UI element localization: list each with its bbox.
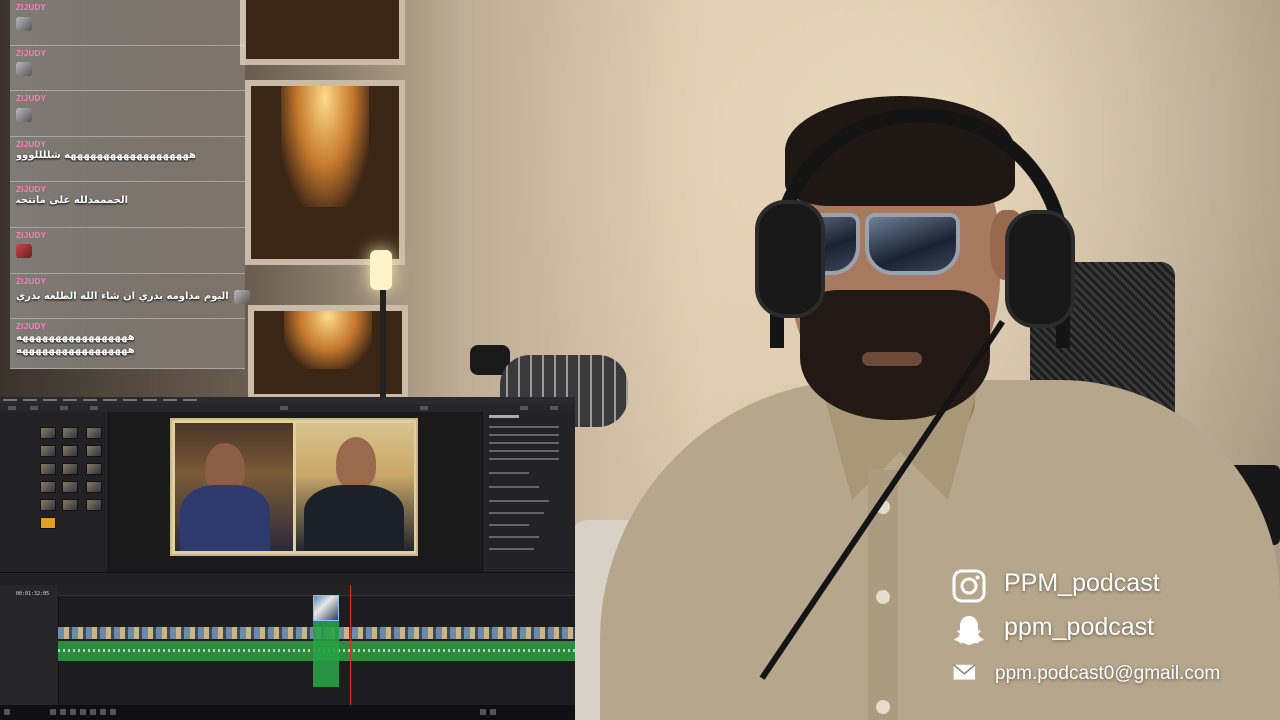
transport-controls[interactable] xyxy=(0,572,575,586)
chat-username: ZIJUDY xyxy=(16,94,47,104)
chat-username: ZIJUDY xyxy=(16,185,47,195)
emote-icon xyxy=(16,244,32,259)
chat-username: ZIJUDY xyxy=(16,230,47,240)
timeline[interactable]: 00:01:32:05 xyxy=(0,585,575,705)
snapchat-handle: ppm_podcast xyxy=(1004,613,1155,641)
chat-text: الحمممدلله على ماتتحب xyxy=(16,195,128,207)
chat-text: هههههههههههههههههه xyxy=(16,332,135,344)
editor-menubar xyxy=(0,397,575,404)
media-pool[interactable] xyxy=(0,412,109,572)
shelf-middle xyxy=(245,80,405,265)
chat-username: ZIJUDY xyxy=(16,48,47,58)
chat-message: ZIJUDY اليوم مداومه بدري ان شاء الله الط… xyxy=(10,273,250,320)
chat-username: ZIJUDY xyxy=(16,3,47,12)
person-mouth xyxy=(862,352,922,366)
chat-message: ZIJUDY xyxy=(10,45,245,92)
chat-overlay: ZIJUDY ZIJUDY ZIJUDY ZIJUDY هههههههههههه… xyxy=(10,0,250,370)
chat-username: ZIJUDY xyxy=(16,139,47,149)
chat-message: ZIJUDY xyxy=(10,91,245,137)
instagram-icon xyxy=(952,569,986,603)
chat-text: هههههههههههههههههه xyxy=(16,345,135,357)
chat-text: هههههههههههههههههههه شللللوووووتك xyxy=(16,149,196,161)
chat-message: ZIJUDY هههههههههههههههههه هههههههههههههه… xyxy=(10,319,245,370)
headphone-cup-right xyxy=(1005,210,1075,328)
headphone-cup-left xyxy=(755,200,825,318)
preview-viewer[interactable] xyxy=(110,412,480,572)
emote-icon xyxy=(16,107,32,122)
chat-username: ZIJUDY xyxy=(16,276,47,286)
shelf-top xyxy=(240,0,405,65)
mail-icon xyxy=(953,664,976,680)
instagram-row: PPM_podcast xyxy=(950,565,1270,609)
chat-message: ZIJUDY xyxy=(10,0,245,46)
video-editor-window: 00:01:32:05 xyxy=(0,397,575,720)
chat-text: اليوم مداومه بدري ان شاء الله الطلعه بدر… xyxy=(16,290,229,302)
chat-message: ZIJUDY هههههههههههههههههههه شللللوووووتك xyxy=(10,136,245,183)
emote-icon xyxy=(16,62,32,77)
email-row: ppm.podcast0@gmail.com xyxy=(950,653,1270,697)
preview-frame xyxy=(170,418,418,556)
emote-icon xyxy=(16,16,32,31)
shirt-button xyxy=(876,700,890,714)
snapchat-icon xyxy=(954,616,984,645)
timecode: 00:01:32:05 xyxy=(16,591,50,597)
instagram-handle: PPM_podcast xyxy=(1004,569,1160,597)
desk-lamp xyxy=(370,250,392,290)
chat-message: ZIJUDY الحمممدلله على ماتتحب xyxy=(10,182,245,228)
os-taskbar xyxy=(0,705,575,720)
playhead[interactable] xyxy=(350,585,351,705)
inspector-panel[interactable] xyxy=(482,412,575,572)
track-headers: 00:01:32:05 xyxy=(0,585,59,705)
lamp-pole xyxy=(380,290,386,400)
chat-message: ZIJUDY xyxy=(10,227,245,274)
selected-clip-thumbnail xyxy=(313,595,339,621)
shirt-button xyxy=(876,590,890,604)
social-handles: PPM_podcast ppm_podcast ppm.podcast0@gma… xyxy=(950,565,1270,697)
emote-icon xyxy=(233,290,250,305)
chat-username: ZIJUDY xyxy=(16,322,47,332)
snapchat-row: ppm_podcast xyxy=(950,609,1270,653)
email-address: ppm.podcast0@gmail.com xyxy=(995,663,1221,684)
